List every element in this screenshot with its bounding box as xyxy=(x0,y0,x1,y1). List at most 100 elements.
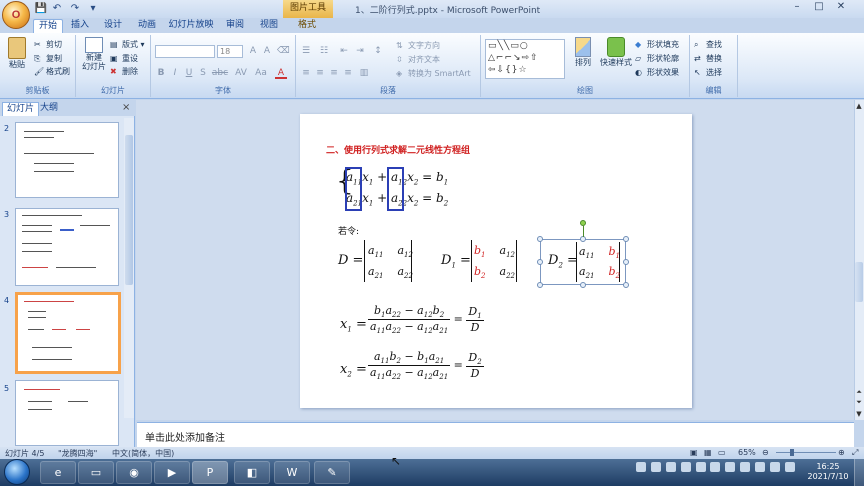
keyboard-icon[interactable] xyxy=(665,462,676,472)
char-spacing-button[interactable]: AV xyxy=(233,67,249,79)
tab-format[interactable]: 格式 xyxy=(294,19,320,33)
zoom-slider[interactable] xyxy=(776,452,836,453)
start-button[interactable] xyxy=(4,459,30,485)
resize-handle[interactable] xyxy=(623,282,629,288)
show-desktop-button[interactable] xyxy=(854,459,864,486)
resize-handle[interactable] xyxy=(623,236,629,242)
delete-slide-button[interactable]: ✖ 删除 xyxy=(110,66,138,77)
columns-icon[interactable]: ▥ xyxy=(358,67,370,79)
new-slide-button[interactable]: 新建 幻灯片 xyxy=(80,37,108,71)
tray-icon[interactable] xyxy=(710,462,721,472)
replace-button[interactable]: ⇄ 替换 xyxy=(694,53,722,64)
media-icon[interactable]: ▶ xyxy=(154,461,190,484)
scroll-down-icon[interactable]: ▼ xyxy=(855,410,863,418)
decrease-indent-icon[interactable]: ⇤ xyxy=(338,45,350,57)
fit-to-window-icon[interactable]: ⤢ xyxy=(852,448,858,458)
notes-pane[interactable]: 单击此处添加备注 xyxy=(137,422,854,447)
font-size-combo[interactable]: 18 xyxy=(217,45,243,58)
zoom-level[interactable]: 65% xyxy=(738,448,756,457)
grow-font-icon[interactable]: A xyxy=(247,45,259,57)
normal-view-icon[interactable]: ▣ xyxy=(690,448,698,457)
change-case-button[interactable]: Aa xyxy=(253,67,269,79)
slide-thumb-3[interactable] xyxy=(15,208,119,286)
tab-design[interactable]: 设计 xyxy=(100,19,126,33)
vertical-scroll-thumb[interactable] xyxy=(855,262,863,302)
panel-scroll-thumb[interactable] xyxy=(125,135,133,285)
resize-handle[interactable] xyxy=(537,282,543,288)
shrink-font-icon[interactable]: A xyxy=(261,45,273,57)
slide-sorter-icon[interactable]: ▦ xyxy=(704,448,712,457)
zoom-out-icon[interactable]: ⊖ xyxy=(762,448,769,457)
help-icon[interactable] xyxy=(650,462,661,472)
quick-styles-button[interactable]: 快速样式 xyxy=(599,37,633,68)
select-button[interactable]: ↖ 选择 xyxy=(694,67,722,78)
powerpoint-taskbar-icon[interactable]: P xyxy=(192,461,228,484)
slide-thumb-2[interactable] xyxy=(15,122,119,198)
tray-icon[interactable] xyxy=(740,462,751,472)
tab-slides[interactable]: 幻灯片 xyxy=(2,102,40,116)
resize-handle[interactable] xyxy=(537,259,543,265)
tray-icon[interactable] xyxy=(725,462,736,472)
align-text-button[interactable]: ⇳ 对齐文本 xyxy=(396,54,440,65)
clear-format-icon[interactable]: ⌫ xyxy=(277,45,290,57)
explorer-icon[interactable]: ▭ xyxy=(78,461,114,484)
align-center-icon[interactable]: ≡ xyxy=(314,67,326,79)
close-button[interactable]: ✕ xyxy=(830,0,852,14)
ie-icon[interactable]: e xyxy=(40,461,76,484)
italic-button[interactable]: I xyxy=(169,67,181,79)
next-slide-icon[interactable]: ⏷ xyxy=(855,398,863,406)
clock[interactable]: 16:25 2021/7/10 xyxy=(805,462,851,482)
arrange-button[interactable]: 排列 xyxy=(571,37,595,68)
paint-icon[interactable]: ✎ xyxy=(314,461,350,484)
align-left-icon[interactable]: ≡ xyxy=(300,67,312,79)
close-panel-icon[interactable]: × xyxy=(122,102,130,113)
input-method-icon[interactable] xyxy=(680,462,691,472)
tab-animations[interactable]: 动画 xyxy=(134,19,160,33)
minimize-button[interactable]: – xyxy=(786,0,808,14)
find-button[interactable]: ⌕ 查找 xyxy=(694,39,722,50)
tab-outline[interactable]: 大纲 xyxy=(36,102,62,116)
app-icon[interactable]: ◧ xyxy=(234,461,270,484)
reset-button[interactable]: ▣ 重设 xyxy=(110,53,138,64)
office-button[interactable]: O xyxy=(2,1,30,29)
cut-button[interactable]: ✂ 剪切 xyxy=(34,39,62,50)
line-spacing-icon[interactable]: ↕ xyxy=(372,45,384,57)
shape-effects-button[interactable]: ◐ 形状效果 xyxy=(635,67,679,78)
align-right-icon[interactable]: ≡ xyxy=(328,67,340,79)
undo-icon[interactable]: ↶ xyxy=(50,2,64,16)
shapes-gallery[interactable]: ▭╲╲▭○ △⌐⌐↘⇨⇧ ⇦⇩{}☆ xyxy=(485,39,565,79)
resize-handle[interactable] xyxy=(623,259,629,265)
redo-icon[interactable]: ↷ xyxy=(68,2,82,16)
vertical-scrollbar[interactable] xyxy=(854,100,864,420)
slide-thumb-4-selected[interactable] xyxy=(15,292,121,374)
font-name-combo[interactable] xyxy=(155,45,215,58)
numbering-icon[interactable]: ☷ xyxy=(318,45,330,57)
shape-outline-button[interactable]: ▱ 形状轮廓 xyxy=(635,53,679,64)
convert-smartart-button[interactable]: ◈ 转换为 SmartArt xyxy=(396,68,471,79)
bold-button[interactable]: B xyxy=(155,67,167,79)
underline-button[interactable]: U xyxy=(183,67,195,79)
resize-handle[interactable] xyxy=(580,282,586,288)
chrome-icon[interactable]: ◉ xyxy=(116,461,152,484)
layout-button[interactable]: ▤ 版式 ▾ xyxy=(110,39,145,50)
strikethrough-button[interactable]: abc xyxy=(211,67,229,79)
prev-slide-icon[interactable]: ⏶ xyxy=(855,388,863,396)
network-icon[interactable] xyxy=(755,462,765,472)
zoom-in-icon[interactable]: ⊕ xyxy=(838,448,845,457)
resize-handle[interactable] xyxy=(537,236,543,242)
format-painter-button[interactable]: 🖌 格式刷 xyxy=(34,66,70,77)
language-indicator[interactable]: 中文(简体，中国) xyxy=(112,448,174,459)
tab-view[interactable]: 视图 xyxy=(256,19,282,33)
word-icon[interactable]: W xyxy=(274,461,310,484)
customize-qat-icon[interactable]: ▾ xyxy=(86,2,100,16)
tab-insert[interactable]: 插入 xyxy=(68,19,92,33)
volume-icon[interactable] xyxy=(769,462,780,472)
increase-indent-icon[interactable]: ⇥ xyxy=(354,45,366,57)
current-slide[interactable]: 二、使用行列式求解二元线性方程组 { a11x1 + a12x2 = b1 a2… xyxy=(300,114,692,408)
shape-fill-button[interactable]: ◆ 形状填充 xyxy=(635,39,679,50)
zoom-slider-thumb[interactable] xyxy=(790,449,794,456)
maximize-button[interactable]: □ xyxy=(808,0,830,14)
copy-button[interactable]: ⎘ 复制 xyxy=(34,53,62,64)
scroll-up-icon[interactable]: ▲ xyxy=(855,102,863,110)
tab-review[interactable]: 审阅 xyxy=(222,19,248,33)
